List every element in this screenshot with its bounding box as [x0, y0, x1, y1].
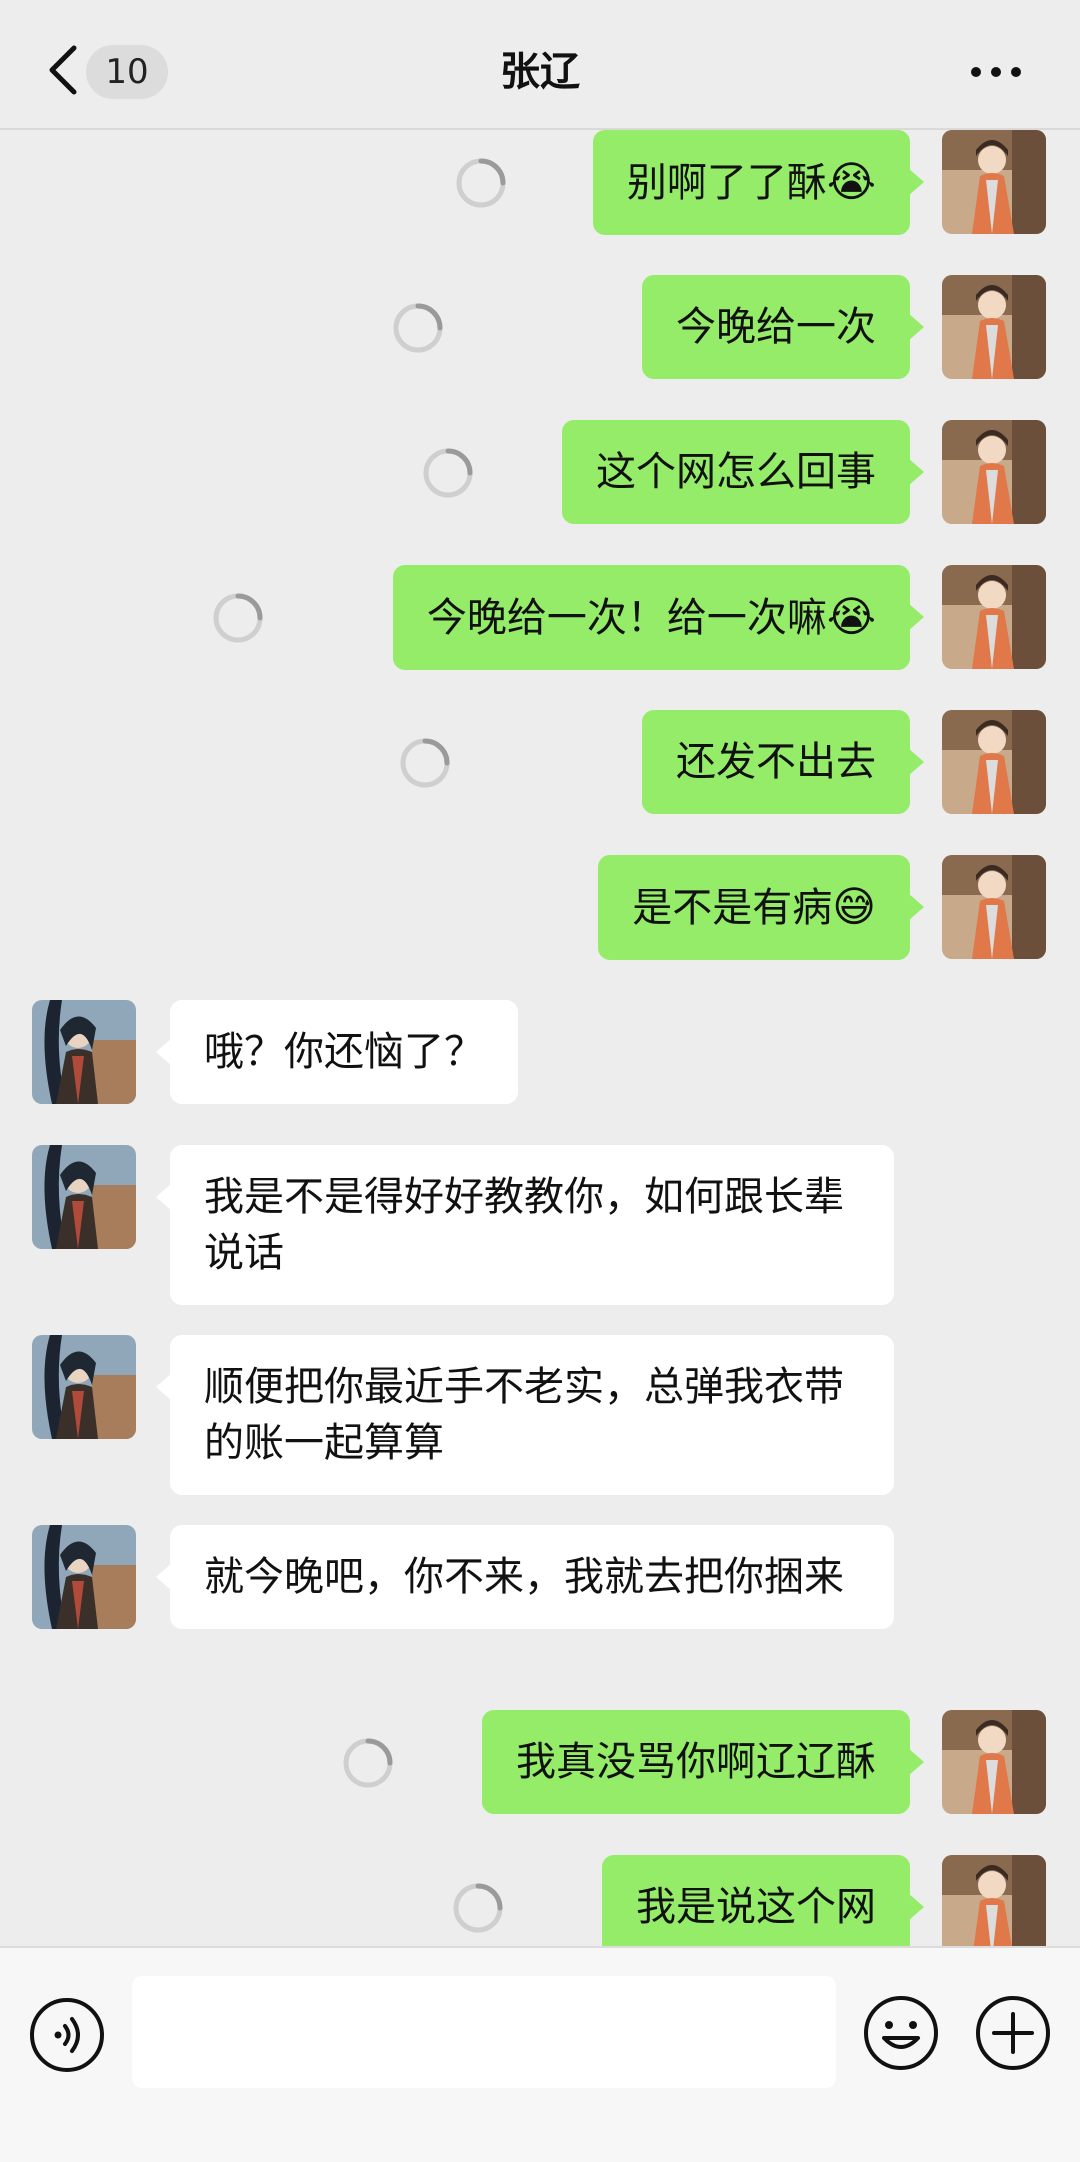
avatar[interactable]: [32, 1525, 136, 1629]
sending-spinner: [454, 156, 508, 210]
message-text: 就今晚吧，你不来，我就去把你捆来: [204, 1554, 844, 1600]
loading-spinner-icon: [453, 1883, 503, 1933]
message-bubble[interactable]: 别啊了了酥😭: [592, 130, 925, 235]
more-options-button[interactable]: [968, 52, 1024, 92]
loading-spinner-icon: [213, 593, 263, 643]
voice-icon: [30, 1998, 104, 2072]
emoji-button[interactable]: [862, 1994, 940, 2072]
message-bubble[interactable]: 顺便把你最近手不老实，总弹我衣带的账一起算算: [156, 1335, 894, 1495]
avatar-image: [942, 275, 1046, 379]
message-text: 哦？你还恼了？: [204, 1029, 484, 1075]
message-list[interactable]: 别啊了了酥😭 今晚给一次 这个网怎么回事 今晚给一次！给一次嘛😭 还发不出去 是…: [0, 130, 1080, 1946]
emoji-icon: 😅: [832, 882, 876, 931]
message-text: 今晚给一次: [676, 304, 876, 350]
avatar-image: [32, 1145, 136, 1249]
message-text: 是不是有病: [632, 885, 833, 931]
message-text: 顺便把你最近手不老实，总弹我衣带的账一起算算: [204, 1364, 844, 1466]
loading-spinner-icon: [393, 303, 443, 353]
message-bubble[interactable]: 还发不出去: [642, 710, 924, 814]
avatar-image: [942, 710, 1046, 814]
message-bubble[interactable]: 今晚给一次: [642, 275, 924, 379]
avatar[interactable]: [942, 420, 1046, 524]
message-bubble[interactable]: 我是不是得好好教教你，如何跟长辈说话: [156, 1145, 894, 1305]
emoji-icon: 😭: [826, 592, 876, 641]
avatar[interactable]: [942, 565, 1046, 669]
loading-spinner-icon: [456, 158, 506, 208]
avatar-image: [942, 565, 1046, 669]
message-text: 我是不是得好好教教你，如何跟长辈说话: [204, 1174, 844, 1276]
message-text: 这个网怎么回事: [596, 449, 876, 495]
chat-header: 10 张辽: [0, 0, 1080, 130]
avatar[interactable]: [942, 130, 1046, 234]
avatar-image: [942, 130, 1046, 234]
chat-screen: 10 张辽 别啊了了酥😭 今晚给一次 这个网怎么回事 今晚给一次！给一次嘛😭 还…: [0, 0, 1080, 2162]
avatar-image: [942, 1710, 1046, 1814]
message-bubble[interactable]: 哦？你还恼了？: [156, 1000, 518, 1104]
sending-spinner: [341, 1736, 395, 1790]
emoji-icon: 😭: [826, 157, 876, 206]
sending-spinner: [391, 301, 445, 355]
message-text: 别啊了了酥: [626, 160, 827, 206]
avatar-image: [942, 855, 1046, 959]
message-text: 我是说这个网: [636, 1884, 876, 1930]
message-text: 我真没骂你啊辽辽酥: [516, 1739, 876, 1785]
input-bar: [0, 1946, 1080, 2162]
avatar[interactable]: [32, 1000, 136, 1104]
more-dots-icon: [971, 67, 1021, 77]
avatar-image: [942, 1855, 1046, 1946]
more-functions-button[interactable]: [974, 1994, 1052, 2072]
chat-title: 张辽: [500, 49, 580, 95]
plus-icon: [976, 1996, 1050, 2070]
avatar[interactable]: [942, 1855, 1046, 1946]
message-bubble[interactable]: 我是说这个网: [602, 1855, 924, 1946]
message-bubble[interactable]: 是不是有病😅: [598, 855, 924, 960]
avatar[interactable]: [32, 1145, 136, 1249]
avatar-image: [32, 1525, 136, 1629]
message-bubble[interactable]: 这个网怎么回事: [562, 420, 924, 524]
avatar-image: [942, 420, 1046, 524]
message-input[interactable]: [132, 1976, 836, 2088]
avatar[interactable]: [942, 275, 1046, 379]
sending-spinner: [421, 446, 475, 500]
sending-spinner: [451, 1881, 505, 1935]
message-bubble[interactable]: 今晚给一次！给一次嘛😭: [392, 565, 925, 670]
message-bubble[interactable]: 我真没骂你啊辽辽酥: [482, 1710, 924, 1814]
voice-button[interactable]: [28, 1996, 106, 2074]
loading-spinner-icon: [400, 738, 450, 788]
loading-spinner-icon: [343, 1738, 393, 1788]
message-text: 还发不出去: [676, 739, 876, 785]
avatar[interactable]: [32, 1335, 136, 1439]
avatar-image: [32, 1000, 136, 1104]
loading-spinner-icon: [423, 448, 473, 498]
sending-spinner: [398, 736, 452, 790]
message-text: 今晚给一次！给一次嘛: [426, 595, 827, 641]
smiley-icon: [864, 1996, 938, 2070]
avatar[interactable]: [942, 855, 1046, 959]
avatar-image: [32, 1335, 136, 1439]
avatar[interactable]: [942, 1710, 1046, 1814]
message-bubble[interactable]: 就今晚吧，你不来，我就去把你捆来: [156, 1525, 894, 1629]
sending-spinner: [211, 591, 265, 645]
avatar[interactable]: [942, 710, 1046, 814]
